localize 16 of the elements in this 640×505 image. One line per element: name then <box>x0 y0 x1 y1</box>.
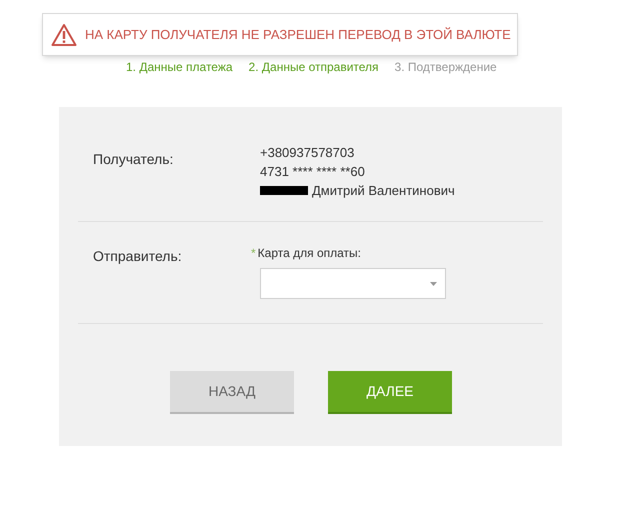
sender-label: Отправитель: <box>93 248 182 264</box>
card-select[interactable] <box>260 268 446 299</box>
warning-icon <box>51 22 77 46</box>
back-button[interactable]: НАЗАД <box>170 371 294 414</box>
required-mark: * <box>251 245 256 262</box>
error-message: НА КАРТУ ПОЛУЧАТЕЛЯ НЕ РАЗРЕШЕН ПЕРЕВОД В ЭТОЙ ВАЛЮТЕ <box>85 26 511 44</box>
recipient-phone: +380937578703 <box>260 144 356 162</box>
step-label: 3. Подтверждение <box>394 59 497 76</box>
next-button[interactable]: ДАЛЕЕ <box>328 371 452 414</box>
card-field-label: Карта для оплаты: <box>258 245 361 262</box>
step-label: 1. Данные платежа <box>126 59 233 76</box>
recipient-name: Дмитрий Валентинович <box>312 182 455 200</box>
recipient-label: Получатель: <box>93 151 174 167</box>
card-number: 4731 **** **** **60 <box>260 163 366 181</box>
step-label: 2. Данные отправителя <box>248 59 379 76</box>
caret-icon <box>430 282 437 286</box>
